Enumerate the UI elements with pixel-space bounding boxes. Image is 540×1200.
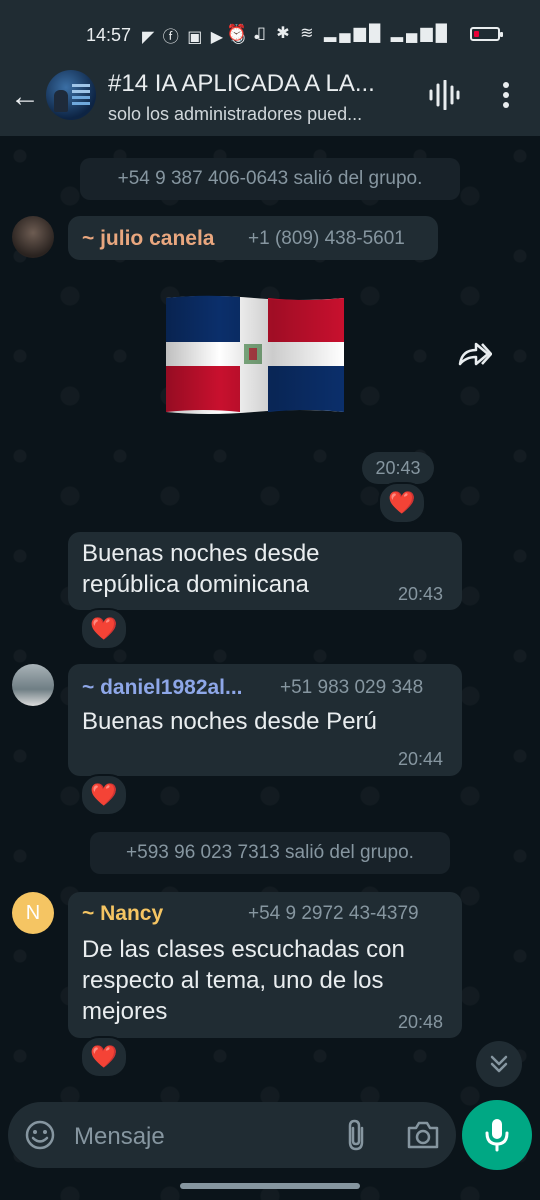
paperclip-icon[interactable] bbox=[344, 1118, 368, 1152]
message-text: De las clases escuchadas con respecto al… bbox=[82, 936, 405, 1025]
message-input[interactable] bbox=[72, 1116, 326, 1158]
message-time: 20:44 bbox=[398, 749, 444, 769]
camera-icon[interactable] bbox=[406, 1119, 440, 1151]
heart-reaction[interactable]: ❤️ bbox=[378, 482, 426, 524]
message-time: 20:43 bbox=[398, 584, 444, 604]
chat-subtitle[interactable]: solo los administradores pued... bbox=[108, 104, 362, 125]
sender-name[interactable]: ~ Nancy bbox=[82, 902, 163, 926]
message-composer bbox=[8, 1102, 456, 1168]
sender-name[interactable]: ~ julio canela bbox=[82, 227, 214, 251]
voice-message-button[interactable] bbox=[462, 1100, 532, 1170]
sender-phone: +1 (809) 438-5601 bbox=[248, 228, 405, 249]
chat-header: ← #14 IA APLICADA A LA... solo los admin… bbox=[0, 68, 540, 136]
more-options-icon[interactable] bbox=[496, 80, 516, 110]
sender-phone: +51 983 029 348 bbox=[280, 677, 424, 698]
battery-icon bbox=[470, 27, 503, 41]
heart-reaction[interactable]: ❤️ bbox=[80, 1036, 128, 1078]
message-bubble[interactable]: ~ daniel1982al... +51 983 029 348 Buenas… bbox=[68, 664, 462, 776]
status-time: 14:57 bbox=[86, 25, 132, 45]
double-chevron-down-icon bbox=[490, 1055, 508, 1073]
group-avatar[interactable] bbox=[46, 70, 96, 120]
dominican-flag-sticker[interactable] bbox=[164, 294, 346, 416]
system-message: +593 96 023 7313 salió del grupo. bbox=[90, 832, 450, 874]
message-bubble[interactable]: Buenas noches desde república dominicana… bbox=[68, 532, 462, 610]
system-message: +54 9 387 406-0643 salió del grupo. bbox=[80, 158, 460, 200]
forward-icon[interactable] bbox=[458, 340, 492, 368]
avatar[interactable]: N bbox=[12, 892, 54, 934]
avatar[interactable] bbox=[12, 664, 54, 706]
heart-reaction[interactable]: ❤️ bbox=[80, 774, 128, 816]
home-indicator[interactable] bbox=[180, 1183, 360, 1189]
sender-name[interactable]: ~ daniel1982al... bbox=[82, 676, 243, 700]
message-text: Buenas noches desde república dominicana bbox=[82, 540, 320, 598]
message-bubble[interactable]: ~ Nancy +54 9 2972 43-4379 De las clases… bbox=[68, 892, 462, 1038]
message-time: 20:48 bbox=[398, 1012, 444, 1032]
audio-wave-icon[interactable] bbox=[428, 80, 460, 110]
microphone-icon bbox=[485, 1119, 509, 1152]
system-icons: ⏰ ▯ ✱ ≋ ▂▄▆█ ▂▄▆█ bbox=[226, 25, 450, 42]
scroll-to-bottom-button[interactable] bbox=[476, 1041, 522, 1087]
emoji-icon[interactable] bbox=[24, 1119, 56, 1151]
avatar[interactable] bbox=[12, 216, 54, 258]
message-time: 20:43 bbox=[362, 452, 434, 484]
chat-title[interactable]: #14 IA APLICADA A LA... bbox=[108, 70, 375, 98]
back-arrow-icon[interactable]: ← bbox=[10, 80, 40, 114]
heart-reaction[interactable]: ❤️ bbox=[80, 608, 128, 650]
status-bar: 14:57 ◤ ⓕ ▣ ▶ ◉ • ⏰ ▯ ✱ ≋ ▂▄▆█ ▂▄▆█ bbox=[0, 0, 540, 68]
sender-header-bubble[interactable]: ~ julio canela +1 (809) 438-5601 bbox=[68, 216, 438, 260]
message-text: Buenas noches desde Perú bbox=[82, 708, 377, 735]
sender-phone: +54 9 2972 43-4379 bbox=[248, 903, 419, 924]
